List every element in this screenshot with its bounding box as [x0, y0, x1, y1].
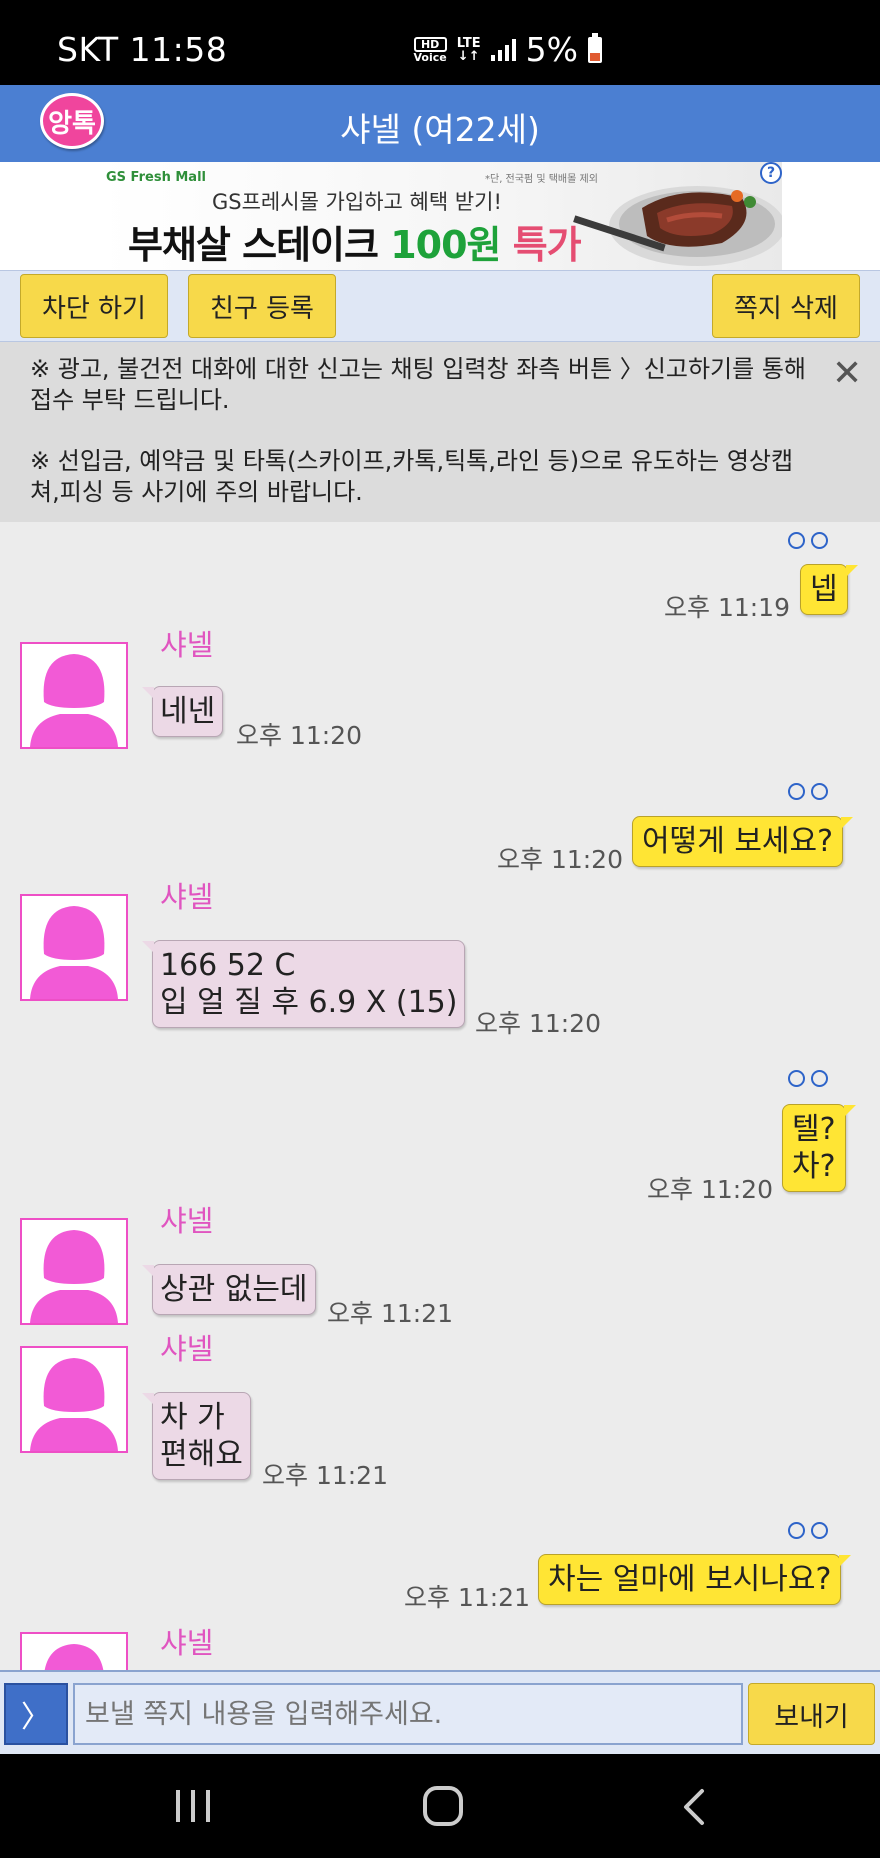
message-time: 오후 11:20 — [475, 1009, 601, 1038]
female-avatar-icon — [30, 1230, 118, 1323]
ad-headline: 부채살 스테이크 100원 특가 — [128, 223, 582, 267]
notice-report-text: ※ 광고, 불건전 대화에 대한 신고는 채팅 입력창 좌측 버튼 〉신고하기를… — [30, 355, 806, 414]
ad-brand: GS Fresh Mall — [106, 170, 206, 185]
ad-help-icon[interactable]: ? — [760, 162, 782, 184]
outgoing-message[interactable]: 어떻게 보세요? — [632, 816, 854, 867]
female-avatar-icon — [30, 654, 118, 747]
message-time: 오후 11:19 — [664, 593, 790, 622]
read-receipt-icon — [788, 1522, 828, 1539]
message-input-bar: 〉 보내기 — [0, 1670, 880, 1754]
signal-icon — [490, 38, 516, 61]
battery-percent: 5% — [525, 30, 578, 69]
status-icons: HD Voice LTE ↓↑ 5% — [413, 30, 602, 69]
close-icon[interactable]: ✕ — [832, 356, 862, 392]
recent-apps-icon[interactable] — [176, 1790, 210, 1822]
avatar[interactable] — [20, 894, 128, 1001]
female-avatar-icon — [30, 1358, 118, 1451]
female-avatar-icon — [44, 1644, 104, 1670]
notice-fraud-text: ※ 선입금, 예약금 및 타톡(스카이프,카톡,틱톡,라인 등)으로 유도하는 … — [30, 447, 794, 506]
message-time: 오후 11:20 — [647, 1175, 773, 1204]
block-button[interactable]: 차단 하기 — [20, 274, 168, 338]
hd-voice-icon: HD Voice — [413, 36, 447, 64]
incoming-message[interactable]: 166 52 C 입 얼 질 후 6.9 X (15) — [141, 940, 466, 1028]
avatar[interactable] — [20, 642, 128, 749]
chat-area[interactable]: 오후 11:19 넵 샤넬 네넨 오후 11:20 오후 11:20 어떻게 보… — [0, 522, 880, 1670]
read-receipt-icon — [788, 783, 828, 800]
sender-name: 샤넬 — [160, 628, 214, 662]
send-button[interactable]: 보내기 — [748, 1683, 875, 1745]
outgoing-message[interactable]: 차는 얼마에 보시나요? — [538, 1554, 852, 1605]
sender-name: 샤넬 — [160, 1332, 214, 1366]
avatar[interactable] — [20, 1218, 128, 1325]
message-time: 오후 11:21 — [262, 1461, 388, 1490]
avatar[interactable] — [20, 1346, 128, 1453]
system-nav-bar — [0, 1754, 880, 1858]
avatar[interactable] — [20, 1632, 128, 1670]
read-receipt-icon — [788, 1070, 828, 1087]
ad-creative[interactable]: GS Fresh Mall *단, 전국펌 및 택배몰 제외 GS프레시몰 가입… — [100, 162, 782, 270]
steak-image — [573, 186, 782, 266]
notice-panel: ※ 광고, 불건전 대화에 대한 신고는 채팅 입력창 좌측 버튼 〉신고하기를… — [0, 342, 880, 522]
add-friend-button[interactable]: 친구 등록 — [188, 274, 336, 338]
female-avatar-icon — [30, 906, 118, 999]
delete-message-button[interactable]: 쪽지 삭제 — [712, 274, 860, 338]
ad-subtitle: GS프레시몰 가입하고 혜택 받기! — [212, 190, 502, 214]
menu-toggle-button[interactable]: 〉 — [4, 1683, 68, 1745]
action-bar: 차단 하기 친구 등록 쪽지 삭제 — [0, 270, 880, 342]
incoming-message[interactable]: 차 가 편해요 — [142, 1392, 251, 1480]
chat-title: 샤넬 (여22세) — [340, 110, 540, 149]
message-input[interactable] — [73, 1683, 743, 1745]
message-time: 오후 11:21 — [327, 1299, 453, 1328]
message-time: 오후 11:20 — [497, 845, 623, 874]
ad-banner[interactable]: GS Fresh Mall *단, 전국펌 및 택배몰 제외 GS프레시몰 가입… — [0, 162, 880, 270]
incoming-message[interactable]: 네넨 — [141, 686, 224, 737]
status-bar: SKT 11:58 HD Voice LTE ↓↑ 5% — [0, 0, 880, 85]
back-icon[interactable] — [678, 1787, 708, 1827]
message-time: 오후 11:21 — [404, 1583, 530, 1612]
incoming-message[interactable]: 상관 없는데 — [142, 1264, 316, 1315]
battery-icon — [588, 32, 602, 63]
home-icon[interactable] — [423, 1786, 463, 1826]
read-receipt-icon — [788, 532, 828, 549]
message-time: 오후 11:20 — [236, 721, 362, 750]
sender-name: 샤넬 — [160, 1204, 214, 1238]
lte-icon: LTE ↓↑ — [456, 35, 481, 64]
outgoing-message[interactable]: 텔? 차? — [782, 1104, 855, 1192]
status-carrier-time: SKT 11:58 — [57, 30, 228, 69]
outgoing-message[interactable]: 넵 — [800, 564, 858, 615]
sender-name: 샤넬 — [160, 1626, 214, 1660]
sender-name: 샤넬 — [160, 880, 214, 914]
app-header: 앙톡 샤넬 (여22세) — [0, 85, 880, 162]
